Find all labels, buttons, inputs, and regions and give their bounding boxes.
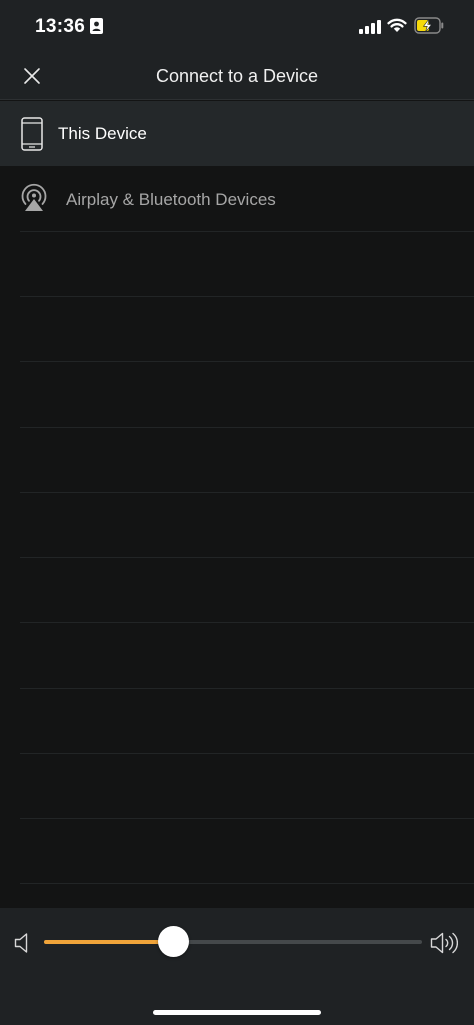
volume-slider[interactable] (44, 926, 422, 957)
device-list: Airplay & Bluetooth Devices (0, 166, 474, 908)
list-divider (20, 361, 474, 362)
device-label: Airplay & Bluetooth Devices (66, 190, 276, 209)
volume-control (0, 908, 474, 1025)
volume-high-icon[interactable] (430, 930, 458, 956)
header: Connect to a Device (0, 52, 474, 100)
device-item-this-device[interactable]: This Device (0, 101, 474, 166)
list-divider (20, 622, 474, 623)
list-divider (20, 557, 474, 558)
volume-low-icon[interactable] (14, 932, 32, 954)
list-divider (20, 296, 474, 297)
wifi-icon (387, 18, 407, 32)
person-card-icon (90, 18, 103, 34)
status-time: 13:36 (35, 16, 86, 37)
list-divider (20, 753, 474, 754)
status-bar: 13:36 (0, 0, 474, 52)
list-divider (20, 492, 474, 493)
airplay-icon (21, 183, 47, 211)
list-divider (20, 427, 474, 428)
device-item-airplay-bluetooth[interactable]: Airplay & Bluetooth Devices (0, 166, 474, 231)
list-divider (20, 231, 474, 232)
page-title: Connect to a Device (155, 66, 319, 86)
battery-charging-icon (414, 17, 444, 34)
volume-slider-thumb[interactable] (157, 926, 189, 957)
list-divider (20, 883, 474, 884)
cellular-signal-icon (359, 20, 381, 34)
list-divider (20, 688, 474, 689)
list-divider (20, 818, 474, 819)
volume-slider-fill (44, 940, 173, 944)
home-indicator[interactable] (153, 1010, 321, 1015)
phone-icon (21, 117, 43, 151)
device-label: This Device (58, 124, 147, 143)
